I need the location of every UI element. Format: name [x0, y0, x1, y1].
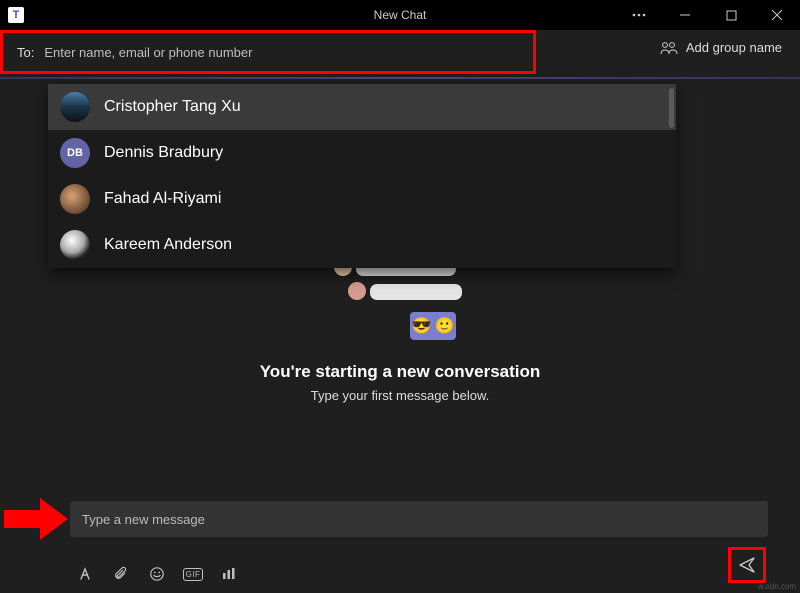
more-button[interactable]	[616, 0, 662, 30]
suggestion-name: Dennis Bradbury	[104, 144, 223, 162]
suggestion-name: Cristopher Tang Xu	[104, 98, 241, 116]
add-group-name-button[interactable]: Add group name	[660, 40, 782, 55]
minimize-button[interactable]	[662, 0, 708, 30]
format-icon[interactable]	[76, 565, 94, 583]
suggestion-item[interactable]: DB Dennis Bradbury	[48, 130, 676, 176]
suggestion-name: Kareem Anderson	[104, 236, 232, 254]
gif-icon[interactable]: GIF	[184, 565, 202, 583]
maximize-button[interactable]	[708, 0, 754, 30]
suggestion-item[interactable]: Kareem Anderson	[48, 222, 676, 268]
watermark: w.odn.com	[758, 582, 796, 591]
avatar: DB	[60, 138, 90, 168]
group-icon	[660, 41, 678, 55]
close-button[interactable]	[754, 0, 800, 30]
emoji-icon: 😎	[412, 316, 432, 336]
compose-box	[70, 501, 768, 537]
titlebar: T New Chat	[0, 0, 800, 30]
to-field-row: To:	[0, 30, 536, 74]
to-label: To:	[17, 45, 34, 60]
subline: Type your first message below.	[0, 388, 800, 403]
avatar	[60, 92, 90, 122]
emoji-icon: 🙂	[435, 316, 455, 336]
annotation-arrow	[4, 498, 70, 540]
teams-icon: T	[8, 7, 24, 23]
add-group-name-label: Add group name	[686, 40, 782, 55]
attach-icon[interactable]	[112, 565, 130, 583]
message-input[interactable]	[82, 512, 756, 527]
avatar	[60, 230, 90, 260]
scrollbar[interactable]	[669, 88, 674, 128]
to-input[interactable]	[44, 45, 519, 60]
headline: You're starting a new conversation	[0, 362, 800, 382]
send-button[interactable]	[728, 547, 766, 583]
send-icon	[738, 556, 756, 574]
emoji-icon-button[interactable]	[148, 565, 166, 583]
window-title: New Chat	[374, 8, 427, 22]
suggestion-item[interactable]: Cristopher Tang Xu	[48, 84, 676, 130]
divider	[0, 77, 800, 79]
compose-actions: GIF	[76, 565, 238, 583]
sticker-icon[interactable]	[220, 565, 238, 583]
illustration: 😎 🙂	[330, 260, 470, 340]
suggestion-item[interactable]: Fahad Al-Riyami	[48, 176, 676, 222]
suggestion-name: Fahad Al-Riyami	[104, 190, 221, 208]
avatar	[60, 184, 90, 214]
suggestions-dropdown: Cristopher Tang Xu DB Dennis Bradbury Fa…	[48, 84, 676, 268]
